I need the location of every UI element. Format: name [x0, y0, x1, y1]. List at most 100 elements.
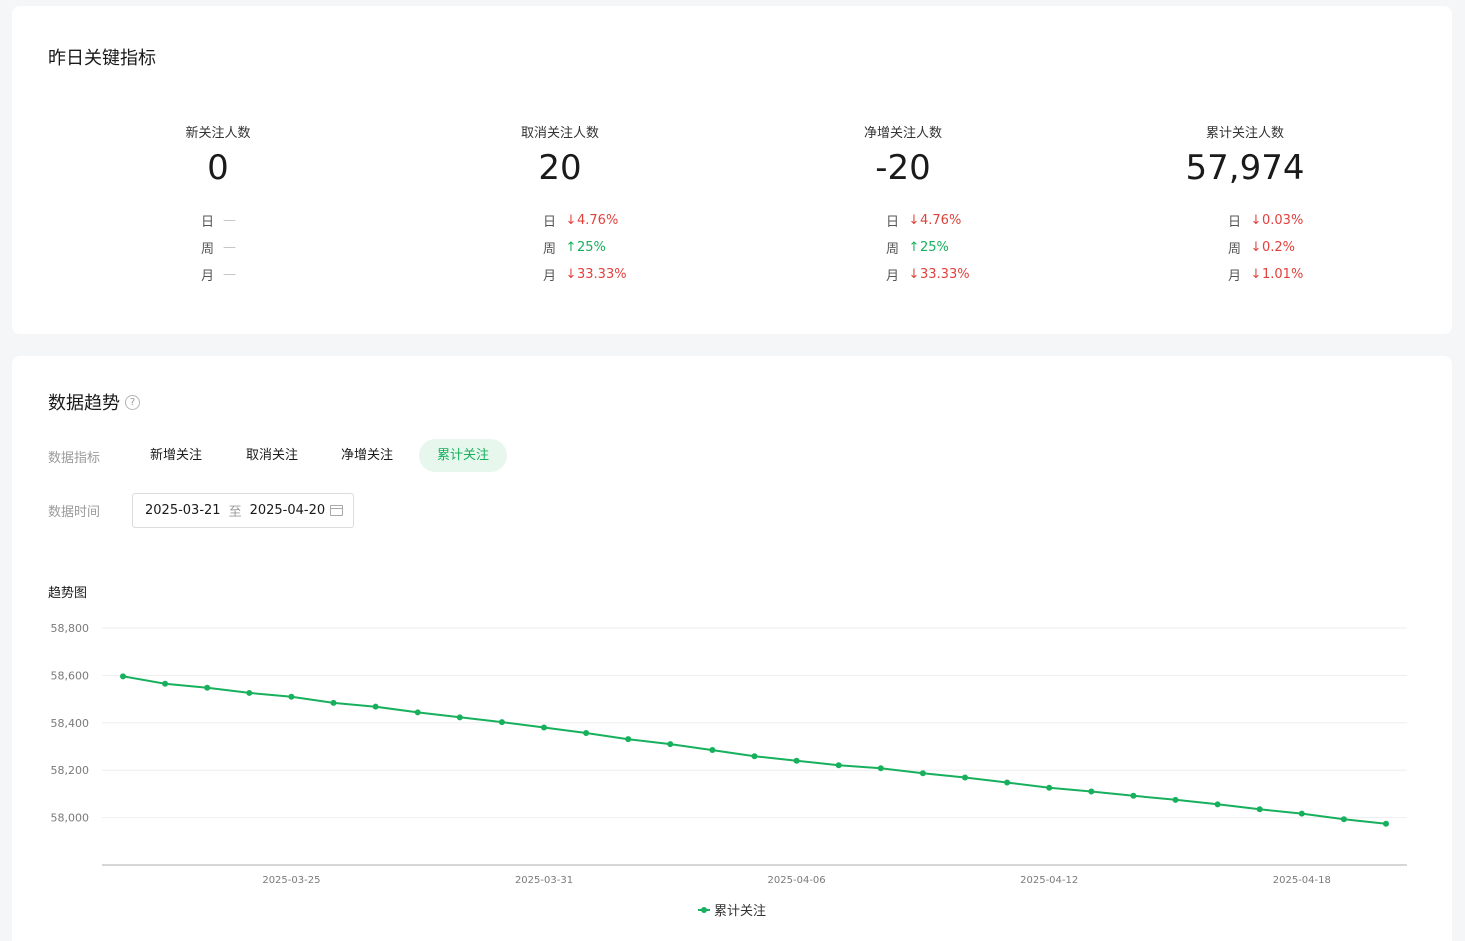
data-point	[288, 693, 295, 700]
change-period: 日	[1228, 215, 1242, 230]
data-point	[1130, 792, 1137, 799]
change-period: 月	[886, 269, 900, 284]
metric-value: 20	[538, 148, 582, 188]
data-point	[541, 724, 547, 731]
change-value: —	[223, 240, 236, 255]
data-point	[498, 719, 505, 726]
data-point	[456, 714, 463, 721]
key-metrics-title: 昨日关键指标	[48, 48, 156, 69]
x-tick-label: 2025-04-18	[1273, 875, 1331, 886]
data-point	[1046, 784, 1053, 791]
change-period: 日	[201, 215, 215, 230]
change-row: 月 —	[201, 261, 318, 288]
data-point	[709, 747, 716, 754]
change-period: 周	[201, 242, 215, 257]
data-point	[583, 729, 590, 736]
arrow-down-icon: ↓	[565, 267, 577, 282]
change-value: 4.76%	[577, 213, 619, 228]
change-period: 日	[886, 215, 900, 230]
data-point	[835, 762, 842, 769]
metric-value: 0	[207, 148, 229, 188]
change-row: 月 ↓ 1.01%	[1228, 261, 1345, 288]
data-point	[1256, 806, 1263, 813]
arrow-down-icon: ↓	[1250, 240, 1262, 255]
data-point	[1172, 796, 1179, 803]
change-value: 4.76%	[920, 213, 962, 228]
x-tick-label: 2025-04-06	[768, 875, 826, 886]
change-row: 周 ↑ 25%	[886, 234, 1003, 261]
change-period: 日	[543, 215, 557, 230]
data-point	[877, 765, 884, 772]
y-tick-label: 58,000	[51, 812, 90, 825]
data-point	[120, 673, 126, 680]
change-period: 月	[543, 269, 557, 284]
data-point	[1004, 779, 1011, 786]
data-point	[414, 709, 421, 716]
trend-chart: 58,000 58,200 58,400 58,600 58,800 2025-03-25…	[51, 622, 1407, 886]
data-point	[962, 774, 968, 781]
change-value: 1.01%	[1262, 267, 1304, 282]
metric-label: 新关注人数	[185, 126, 251, 141]
change-value: 25%	[577, 240, 606, 255]
metric-value: -20	[875, 148, 931, 188]
arrow-down-icon: ↓	[1250, 213, 1262, 228]
metric-label: 累计关注人数	[1205, 126, 1284, 141]
data-point	[204, 684, 211, 691]
change-value: —	[223, 267, 236, 282]
metric-label: 取消关注人数	[520, 126, 599, 141]
change-period: 月	[201, 269, 215, 284]
change-value: 25%	[920, 240, 949, 255]
change-row: 日 ↓ 0.03%	[1228, 207, 1345, 234]
metric-unfollow: 取消关注人数 20 日 ↓ 4.76% 周 ↑ 25% 月 ↓ 33.33%	[460, 122, 660, 288]
key-metrics-card: 昨日关键指标 新关注人数 0 日 — 周 — 月 — 取消关注人数 20 日 ↓ 4.76% 周 ↑ 25% 月…	[12, 6, 1452, 334]
arrow-down-icon: ↓	[565, 213, 577, 228]
change-value: 0.2%	[1262, 240, 1296, 255]
change-row: 日 ↓ 4.76%	[886, 207, 1003, 234]
data-point	[1088, 788, 1095, 795]
data-trend-card: 数据趋势 ? 数据指标 新增关注 取消关注 净增关注 累计关注 数据时间 202…	[12, 356, 1452, 941]
arrow-up-icon: ↑	[565, 240, 577, 255]
x-tick-label: 2025-03-25	[262, 875, 320, 886]
data-point	[1340, 816, 1347, 823]
change-value: —	[223, 213, 236, 228]
metric-new-follow: 新关注人数 0 日 — 周 — 月 —	[118, 122, 318, 288]
metric-label: 净增关注人数	[863, 126, 942, 141]
data-point	[793, 757, 800, 764]
arrow-down-icon: ↓	[908, 213, 920, 228]
change-period: 周	[1228, 242, 1242, 257]
chart-legend[interactable]: 累计关注	[698, 900, 766, 919]
change-row: 周 ↓ 0.2%	[1228, 234, 1345, 261]
change-row: 日 —	[201, 207, 318, 234]
change-value: 33.33%	[577, 267, 627, 282]
data-point	[751, 753, 758, 760]
data-point	[330, 699, 337, 706]
metric-value: 57,974	[1185, 148, 1305, 188]
x-tick-label: 2025-03-31	[515, 875, 573, 886]
data-point	[1298, 810, 1305, 817]
arrow-up-icon: ↑	[908, 240, 920, 255]
series-line	[122, 675, 1387, 825]
metric-changes: 日 — 周 — 月 —	[118, 207, 318, 288]
change-period: 月	[1228, 269, 1242, 284]
y-tick-label: 58,800	[51, 622, 90, 635]
change-value: 33.33%	[920, 267, 970, 282]
y-tick-label: 58,600	[51, 669, 90, 682]
change-row: 月 ↓ 33.33%	[886, 261, 1003, 288]
arrow-down-icon: ↓	[908, 267, 920, 282]
x-tick-label: 2025-04-12	[1020, 875, 1078, 886]
metric-net-follow: 净增关注人数 -20 日 ↓ 4.76% 周 ↑ 25% 月 ↓ 33.33%	[803, 122, 1003, 288]
data-point	[625, 736, 632, 743]
change-period: 周	[543, 242, 557, 257]
metric-changes: 日 ↓ 4.76% 周 ↑ 25% 月 ↓ 33.33%	[803, 207, 1003, 288]
metric-changes: 日 ↓ 0.03% 周 ↓ 0.2% 月 ↓ 1.01%	[1145, 207, 1345, 288]
data-point	[246, 689, 253, 696]
change-row: 周 —	[201, 234, 318, 261]
metric-total-follow: 累计关注人数 57,974 日 ↓ 0.03% 周 ↓ 0.2% 月 ↓ 1.01%	[1145, 122, 1345, 288]
change-row: 周 ↑ 25%	[543, 234, 660, 261]
legend-marker-icon	[698, 906, 710, 914]
data-point	[372, 703, 379, 710]
legend-label: 累计关注	[714, 904, 767, 919]
data-point	[162, 680, 169, 687]
y-tick-label: 58,200	[51, 764, 90, 777]
data-point	[1383, 820, 1389, 827]
